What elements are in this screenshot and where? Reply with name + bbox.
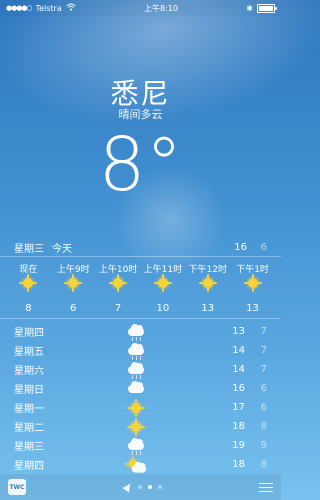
rain-cloud-icon [76,323,196,341]
hour-temp: 8 [25,303,32,314]
divider-bottom [0,318,281,319]
hour-temp: 13 [201,303,215,314]
day-name: 星期六 [14,366,44,377]
day-low: 9 [260,440,267,451]
daily-row: 星期六 14 7 [0,360,281,379]
day-low: 8 [260,459,267,470]
day-name: 星期五 [14,347,44,358]
daily-row: 星期日 16 6 [0,379,281,398]
day-name: 星期三 [14,442,44,453]
status-right: ✱ [246,3,277,13]
today-label: 今天 [52,243,72,255]
hour-item: 下午12时 13 [185,256,230,318]
rain-cloud-icon [76,342,196,360]
today-day: 星期三 [14,243,44,255]
page-dot [137,485,142,489]
daily-row: 星期三 19 9 [0,436,281,455]
day-name: 星期四 [14,461,44,472]
sun-icon [202,278,213,288]
daily-row: 星期一 17 6 [0,398,281,417]
day-name: 星期一 [14,404,44,415]
daily-row: 星期五 14 7 [0,341,281,360]
bottom-toolbar: TWC [0,474,281,500]
hour-item: 上午10时 7 [96,256,141,318]
sun-icon [76,402,196,413]
today-summary: 星期三 今天 16 6 [14,240,267,255]
day-low: 6 [260,383,267,394]
hourly-forecast[interactable]: 现在 8 上午9时 6 上午10时 7 上午11时 10 下午12时 13 下午… [0,256,281,318]
wifi-icon [66,3,76,13]
rain-cloud-icon [76,437,196,455]
page-dot [157,485,162,489]
hour-item: 上午9时 6 [51,256,96,318]
status-left: ●●●●○ Telstra [6,3,76,13]
hour-item: 现在 8 [6,256,51,318]
daily-forecast[interactable]: 星期四 13 7 星期五 14 7 星期六 14 7 星期日 16 6 星期一 … [0,322,281,474]
day-high: 13 [232,326,245,337]
hour-item: 下午1时 13 [230,256,275,318]
battery-level [258,5,274,11]
weather-channel-logo[interactable]: TWC [8,479,26,495]
page-indicator[interactable] [121,481,162,493]
daily-row: 星期四 13 7 [0,322,281,341]
day-high: 18 [232,421,245,432]
sun-icon [23,278,34,288]
day-high: 17 [232,402,245,413]
today-high: 16 [234,241,247,253]
weather-condition: 晴间多云 [118,108,163,121]
day-high: 18 [232,459,245,470]
day-high: 16 [232,383,245,394]
sun-icon [76,421,196,432]
day-name: 星期四 [14,328,44,339]
hour-temp: 7 [114,303,122,314]
day-low: 8 [260,421,267,432]
day-high: 19 [232,440,245,451]
sun-icon [247,278,258,288]
daily-row: 星期四 18 8 [0,455,281,474]
day-high: 14 [232,345,245,356]
current-temperature: 8° [98,122,183,208]
hour-item: 上午11时 10 [140,256,185,318]
day-low: 7 [260,326,267,337]
day-name: 星期日 [14,385,44,396]
location-arrow-icon [121,481,134,493]
cloud-icon [76,380,196,393]
list-icon[interactable] [259,482,273,492]
day-high: 14 [232,364,245,375]
day-low: 7 [260,345,267,356]
sun-icon [68,278,79,288]
carrier-name: Telstra [35,3,62,13]
signal-icon: ●●●●○ [6,4,33,12]
battery-icon [256,3,277,13]
hour-temp: 13 [246,303,259,314]
hour-temp: 10 [156,303,170,314]
bluetooth-icon: ✱ [246,3,253,13]
sun-icon [157,278,168,288]
hour-temp: 6 [70,303,77,314]
today-low: 6 [260,241,267,253]
sun-cloud-icon [76,458,196,473]
sun-icon [113,278,124,288]
status-bar: ●●●●○ Telstra 上午8:10 ✱ [0,0,281,16]
page-dot-active [147,485,152,489]
day-name: 星期二 [14,423,44,434]
day-low: 7 [260,364,267,375]
status-time: 上午8:10 [144,3,178,13]
daily-row: 星期二 18 8 [0,417,281,436]
rain-cloud-icon [76,361,196,379]
day-low: 6 [260,402,267,413]
hour-time: 现在 [19,265,38,275]
